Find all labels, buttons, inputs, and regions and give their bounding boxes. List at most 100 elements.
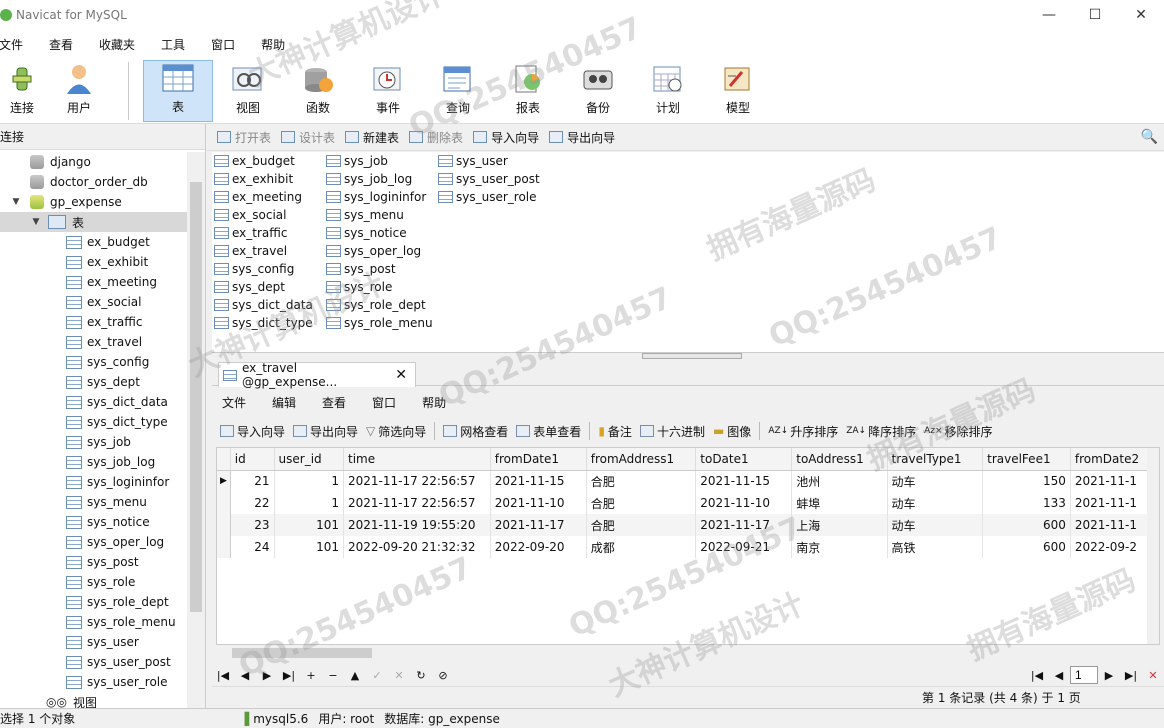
- table-cell[interactable]: 24: [230, 536, 275, 558]
- table-cell[interactable]: 动车: [887, 470, 984, 492]
- table-cell[interactable]: 合肥: [586, 492, 697, 514]
- table-cell[interactable]: 22: [230, 492, 275, 514]
- tree-table-item[interactable]: sys_menu: [0, 492, 188, 512]
- grid-vertical-scrollbar[interactable]: [1147, 448, 1159, 644]
- table-cell[interactable]: 2022-09-20: [490, 536, 587, 558]
- object-list-table[interactable]: sys_job: [326, 152, 433, 170]
- tree-table-item[interactable]: ex_traffic: [0, 312, 188, 332]
- hex-button[interactable]: 十六进制: [639, 423, 705, 440]
- object-list-table[interactable]: sys_post: [326, 260, 433, 278]
- column-header[interactable]: toAddress1: [791, 448, 888, 471]
- table-cell[interactable]: 南京: [791, 536, 888, 558]
- object-list-table[interactable]: ex_exhibit: [214, 170, 313, 188]
- toolbar-backup-button[interactable]: 备份: [563, 60, 633, 122]
- close-tab-icon[interactable]: ✕: [395, 367, 407, 383]
- page-number-input[interactable]: [1070, 666, 1098, 684]
- toolbar-query-button[interactable]: 查询: [423, 60, 493, 122]
- prev-page-icon[interactable]: ◀: [1048, 669, 1070, 682]
- toolbar-report-button[interactable]: 报表: [493, 60, 563, 122]
- table-cell[interactable]: 2021-11-17: [695, 514, 793, 536]
- tree-table-item[interactable]: sys_role_dept: [0, 592, 188, 612]
- table-cell[interactable]: 1: [274, 470, 345, 492]
- delete-table-button[interactable]: 删除表: [409, 129, 463, 146]
- object-list-table[interactable]: sys_logininfor: [326, 188, 433, 206]
- tree-db-django[interactable]: django: [0, 152, 188, 172]
- object-list-table[interactable]: sys_config: [214, 260, 313, 278]
- prev-record-icon[interactable]: ◀: [234, 669, 256, 682]
- tree-table-item[interactable]: sys_role_menu: [0, 612, 188, 632]
- table-cell[interactable]: 101: [274, 536, 345, 558]
- first-page-icon[interactable]: |◀: [1026, 669, 1048, 682]
- tree-table-item[interactable]: sys_job: [0, 432, 188, 452]
- sort-descending-button[interactable]: ZA↓ 降序排序: [846, 423, 916, 440]
- column-header[interactable]: fromDate1: [490, 448, 587, 471]
- collapse-icon[interactable]: ▼: [30, 217, 42, 227]
- grid-horizontal-scrollbar[interactable]: [216, 645, 1160, 661]
- delete-record-icon[interactable]: −: [322, 669, 344, 682]
- row-selector[interactable]: [217, 492, 231, 514]
- import-wizard-button[interactable]: 导入向导: [473, 129, 539, 146]
- table-cell[interactable]: 池州: [791, 470, 888, 492]
- search-icon[interactable]: 🔍: [1141, 129, 1158, 145]
- table-cell[interactable]: 高铁: [887, 536, 984, 558]
- column-header[interactable]: toDate1: [695, 448, 793, 471]
- table-cell[interactable]: 2021-11-1: [1070, 514, 1151, 536]
- tree-table-item[interactable]: ex_meeting: [0, 272, 188, 292]
- object-list-table[interactable]: sys_user_post: [438, 170, 540, 188]
- collapse-icon[interactable]: ▼: [10, 197, 22, 207]
- table-cell[interactable]: 成都: [586, 536, 697, 558]
- menu-help[interactable]: 帮助: [248, 36, 298, 53]
- apply-record-icon[interactable]: ✓: [366, 669, 388, 682]
- table-cell[interactable]: 21: [230, 470, 275, 492]
- tree-views-node[interactable]: ◎◎ 视图: [0, 692, 188, 708]
- table-row[interactable]: 22 1 2021-11-17 22:56:57 2021-11-10 合肥 2021-1…: [217, 492, 1159, 514]
- tree-tables-node[interactable]: ▼ 表: [0, 212, 188, 232]
- object-list-table[interactable]: sys_notice: [326, 224, 433, 242]
- object-list-table[interactable]: sys_role_dept: [326, 296, 433, 314]
- tree-table-item[interactable]: ex_social: [0, 292, 188, 312]
- table-cell[interactable]: 2022-09-20 21:32:32: [343, 536, 491, 558]
- object-list-table[interactable]: sys_user: [438, 152, 540, 170]
- toolbar-event-button[interactable]: 事件: [353, 60, 423, 122]
- tree-table-item[interactable]: sys_dept: [0, 372, 188, 392]
- refresh-icon[interactable]: ↻: [410, 669, 432, 682]
- tree-table-item[interactable]: ex_travel: [0, 332, 188, 352]
- table-row[interactable]: ▶ 21 1 2021-11-17 22:56:57 2021-11-15 合肥 2021-…: [217, 470, 1159, 492]
- menu-window[interactable]: 窗口: [198, 36, 248, 53]
- table-cell[interactable]: 2021-11-17 22:56:57: [343, 470, 491, 492]
- open-table-button[interactable]: 打开表: [217, 129, 271, 146]
- table-cell[interactable]: 动车: [887, 492, 984, 514]
- menu-tools[interactable]: 工具: [148, 36, 198, 53]
- table-cell[interactable]: 2021-11-19 19:55:20: [343, 514, 491, 536]
- pane-splitter[interactable]: [212, 352, 1164, 360]
- object-list-table[interactable]: sys_dict_type: [214, 314, 313, 332]
- inner-menu-help[interactable]: 帮助: [422, 394, 446, 411]
- inner-menu-edit[interactable]: 编辑: [272, 394, 296, 411]
- form-view-button[interactable]: 表单查看: [516, 423, 581, 440]
- table-cell[interactable]: 2021-11-17: [490, 514, 587, 536]
- add-record-icon[interactable]: +: [300, 669, 322, 682]
- table-cell[interactable]: 2021-11-10: [695, 492, 793, 514]
- tree-db-doctor-order-db[interactable]: doctor_order_db: [0, 172, 188, 192]
- toolbar-connect-button[interactable]: 连接: [0, 60, 44, 122]
- sort-ascending-button[interactable]: AZ↓ 升序排序: [768, 423, 838, 440]
- object-list-table[interactable]: ex_traffic: [214, 224, 313, 242]
- toolbar-model-button[interactable]: 模型: [703, 60, 773, 122]
- object-list-table[interactable]: sys_user_role: [438, 188, 540, 206]
- table-cell[interactable]: 101: [274, 514, 345, 536]
- row-selector[interactable]: [217, 536, 231, 558]
- object-list-table[interactable]: ex_meeting: [214, 188, 313, 206]
- inner-menu-window[interactable]: 窗口: [372, 394, 396, 411]
- table-cell[interactable]: 2021-11-10: [490, 492, 587, 514]
- tree-table-item[interactable]: sys_dict_type: [0, 412, 188, 432]
- toolbar-view-button[interactable]: 视图: [213, 60, 283, 122]
- object-list-table[interactable]: sys_role_menu: [326, 314, 433, 332]
- tree-table-item[interactable]: sys_user: [0, 632, 188, 652]
- table-cell[interactable]: 133: [982, 492, 1071, 514]
- object-list-table[interactable]: sys_oper_log: [326, 242, 433, 260]
- table-cell[interactable]: 上海: [791, 514, 888, 536]
- tab-ex-travel[interactable]: ex_travel @gp_expense... ✕: [218, 361, 416, 389]
- table-cell[interactable]: 合肥: [586, 470, 697, 492]
- table-cell[interactable]: 600: [982, 536, 1071, 558]
- image-button[interactable]: ▬ 图像: [713, 423, 751, 440]
